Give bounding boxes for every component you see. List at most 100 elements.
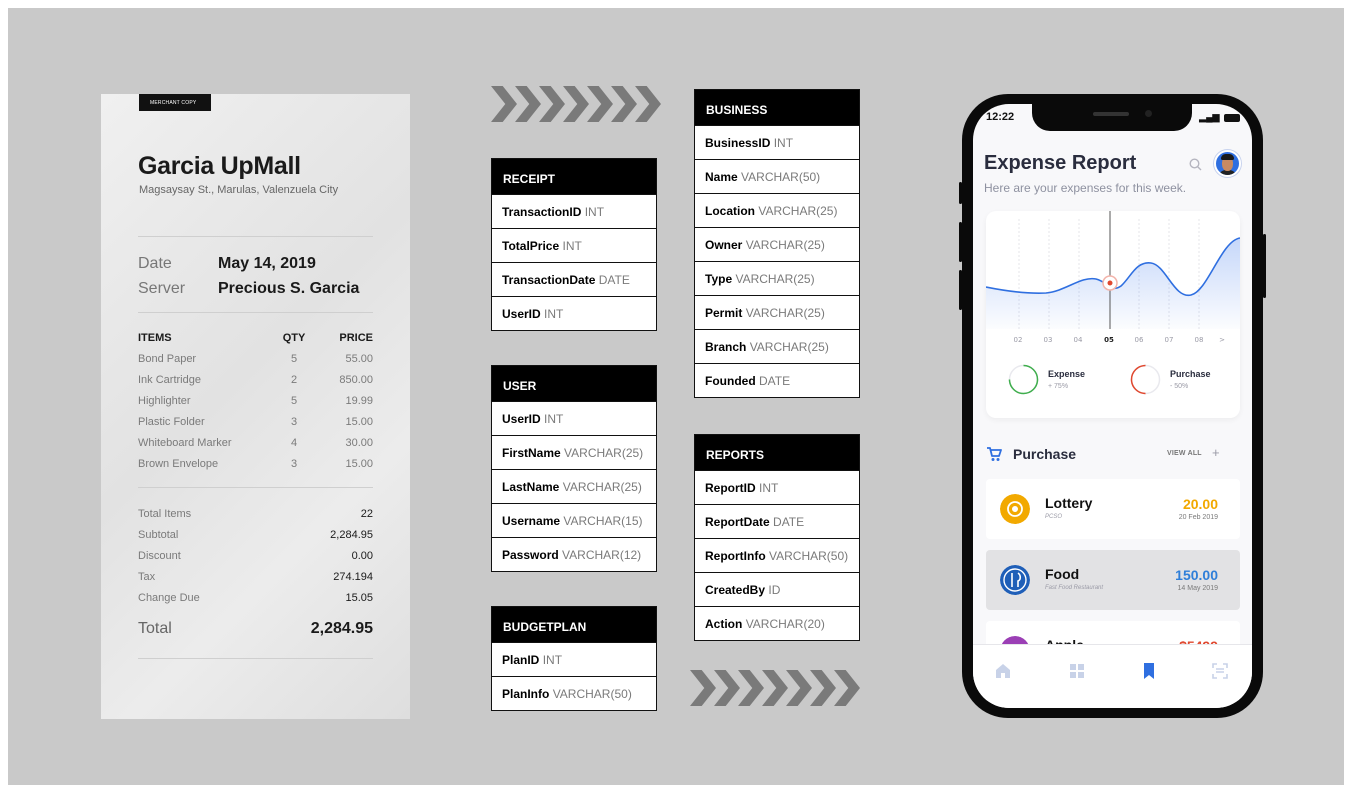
item-subtitle: Fast Food Restaurant (1045, 585, 1104, 591)
item-qty: 3 (290, 458, 298, 470)
dashboard-icon[interactable] (1068, 662, 1086, 680)
field-name: Name (705, 170, 738, 184)
food-icon (1000, 565, 1030, 595)
view-all-link[interactable]: VIEW ALL (1167, 450, 1202, 457)
x-tick-label: 04 (1074, 336, 1083, 344)
field-name: Owner (705, 238, 743, 252)
field-name: Founded (705, 374, 756, 388)
merchant-copy-tag: MERCHANT COPY (139, 94, 211, 111)
chart-cursor-dot (1107, 280, 1113, 286)
table-field: Permit VARCHAR(25) (695, 295, 859, 329)
field-name: UserID (502, 412, 541, 426)
x-tick-label: 02 (1014, 336, 1023, 344)
phone-volume-down (959, 270, 962, 310)
background: MERCHANT COPY Garcia UpMall Magsaysay St… (8, 8, 1344, 785)
field-name: TotalPrice (502, 239, 560, 253)
chart-next-arrow[interactable]: > (1219, 336, 1225, 344)
signal-icon: ▂▄▆ (1199, 112, 1220, 122)
field-type: VARCHAR(50) (769, 549, 849, 563)
total-value: 15.05 (345, 592, 373, 604)
table-reports: REPORTS ReportID INT ReportDate DATE Rep… (694, 434, 860, 641)
item-name: Lottery (1045, 495, 1093, 511)
table-field: CreatedBy ID (695, 572, 859, 606)
item-date: 20 Feb 2019 (1178, 514, 1218, 521)
field-name: Action (705, 617, 743, 631)
home-icon[interactable] (994, 662, 1012, 680)
field-type: DATE (759, 374, 791, 388)
field-name: Username (502, 514, 561, 528)
field-name: Permit (705, 306, 743, 320)
table-user: USER UserID INT FirstName VARCHAR(25) La… (491, 365, 657, 572)
server-value: Precious S. Garcia (218, 280, 360, 297)
field-name: CreatedBy (705, 583, 766, 597)
table-field: UserID INT (492, 296, 656, 330)
table-field: Location VARCHAR(25) (695, 193, 859, 227)
items-header-row: ITEMS QTY PRICE (138, 332, 373, 348)
field-name: UserID (502, 307, 541, 321)
purchase-item-lottery[interactable]: Lottery PCSO 20.00 20 Feb 2019 (986, 479, 1240, 539)
chevron-right-icon (563, 86, 589, 122)
phone-volume-up (959, 222, 962, 262)
chevron-right-icon (762, 670, 788, 706)
purchase-item-food[interactable]: Food Fast Food Restaurant 150.00 14 May … (986, 550, 1240, 610)
field-name: TransactionDate (502, 273, 596, 287)
front-camera (1145, 110, 1152, 117)
field-type: INT (544, 307, 564, 321)
item-name: Whiteboard Marker (138, 437, 232, 449)
table-field: Action VARCHAR(20) (695, 606, 859, 640)
total-value: 2,284.95 (330, 529, 373, 541)
add-purchase-button[interactable]: + (1212, 445, 1220, 460)
table-field: TotalPrice INT (492, 228, 656, 262)
total-label: Total Items (138, 508, 192, 520)
table-receipt: RECEIPT TransactionID INT TotalPrice INT… (491, 158, 657, 331)
date-label: Date (138, 255, 172, 272)
section-title-purchase: Purchase (1013, 446, 1077, 462)
receipt-divider (138, 312, 373, 313)
bookmark-icon[interactable] (1140, 662, 1158, 680)
x-tick-label: 07 (1165, 336, 1174, 344)
scan-icon[interactable] (1211, 662, 1229, 680)
total-label: Subtotal (138, 529, 179, 541)
table-field: Username VARCHAR(15) (492, 503, 656, 537)
field-type: VARCHAR(12) (562, 548, 642, 562)
field-name: ReportID (705, 481, 756, 495)
total-label: Discount (138, 550, 181, 562)
table-field: LastName VARCHAR(25) (492, 469, 656, 503)
item-row: Whiteboard Marker 4 30.00 (138, 437, 373, 453)
table-business: BUSINESS BusinessID INT Name VARCHAR(50)… (694, 89, 860, 398)
field-name: Location (705, 204, 755, 218)
search-icon[interactable] (1189, 158, 1202, 171)
item-amount: 20.00 (1182, 496, 1218, 512)
expense-ring-icon (1008, 364, 1039, 395)
table-reports-title: REPORTS (695, 435, 859, 470)
item-qty: 2 (290, 374, 298, 386)
item-subtitle: PCSO (1045, 514, 1063, 520)
item-row: Brown Envelope 3 15.00 (138, 458, 373, 474)
field-type: VARCHAR(25) (749, 340, 829, 354)
chevron-right-icon (611, 86, 637, 122)
field-name: PlanInfo (502, 687, 550, 701)
table-field: Password VARCHAR(12) (492, 537, 656, 571)
chevron-right-icon (810, 670, 836, 706)
total-label: Tax (138, 571, 156, 583)
phone-notch (1032, 104, 1192, 131)
receipt-divider (138, 658, 373, 659)
field-type: DATE (773, 515, 805, 529)
item-qty: 5 (290, 353, 298, 365)
store-name: Garcia UpMall (138, 152, 301, 180)
table-field: BusinessID INT (695, 125, 859, 159)
item-qty: 3 (290, 416, 298, 428)
legend-expense-pct: + 75% (1048, 383, 1069, 390)
table-budgetplan-title: BUDGETPLAN (492, 607, 656, 642)
table-field: Name VARCHAR(50) (695, 159, 859, 193)
total-row: Subtotal 2,284.95 (138, 529, 373, 545)
field-type: VARCHAR(25) (735, 272, 815, 286)
avatar-hair (1221, 154, 1234, 160)
chevron-right-icon (587, 86, 613, 122)
expense-chart-card: 02 03 04 05 06 07 08 > Expense + 75% Pur… (986, 211, 1240, 418)
avatar[interactable] (1214, 150, 1241, 177)
field-name: LastName (502, 480, 560, 494)
arrow-chevrons-top (491, 86, 661, 122)
total-row: Change Due 15.05 (138, 592, 373, 608)
page-subtitle: Here are your expenses for this week. (984, 181, 1187, 195)
